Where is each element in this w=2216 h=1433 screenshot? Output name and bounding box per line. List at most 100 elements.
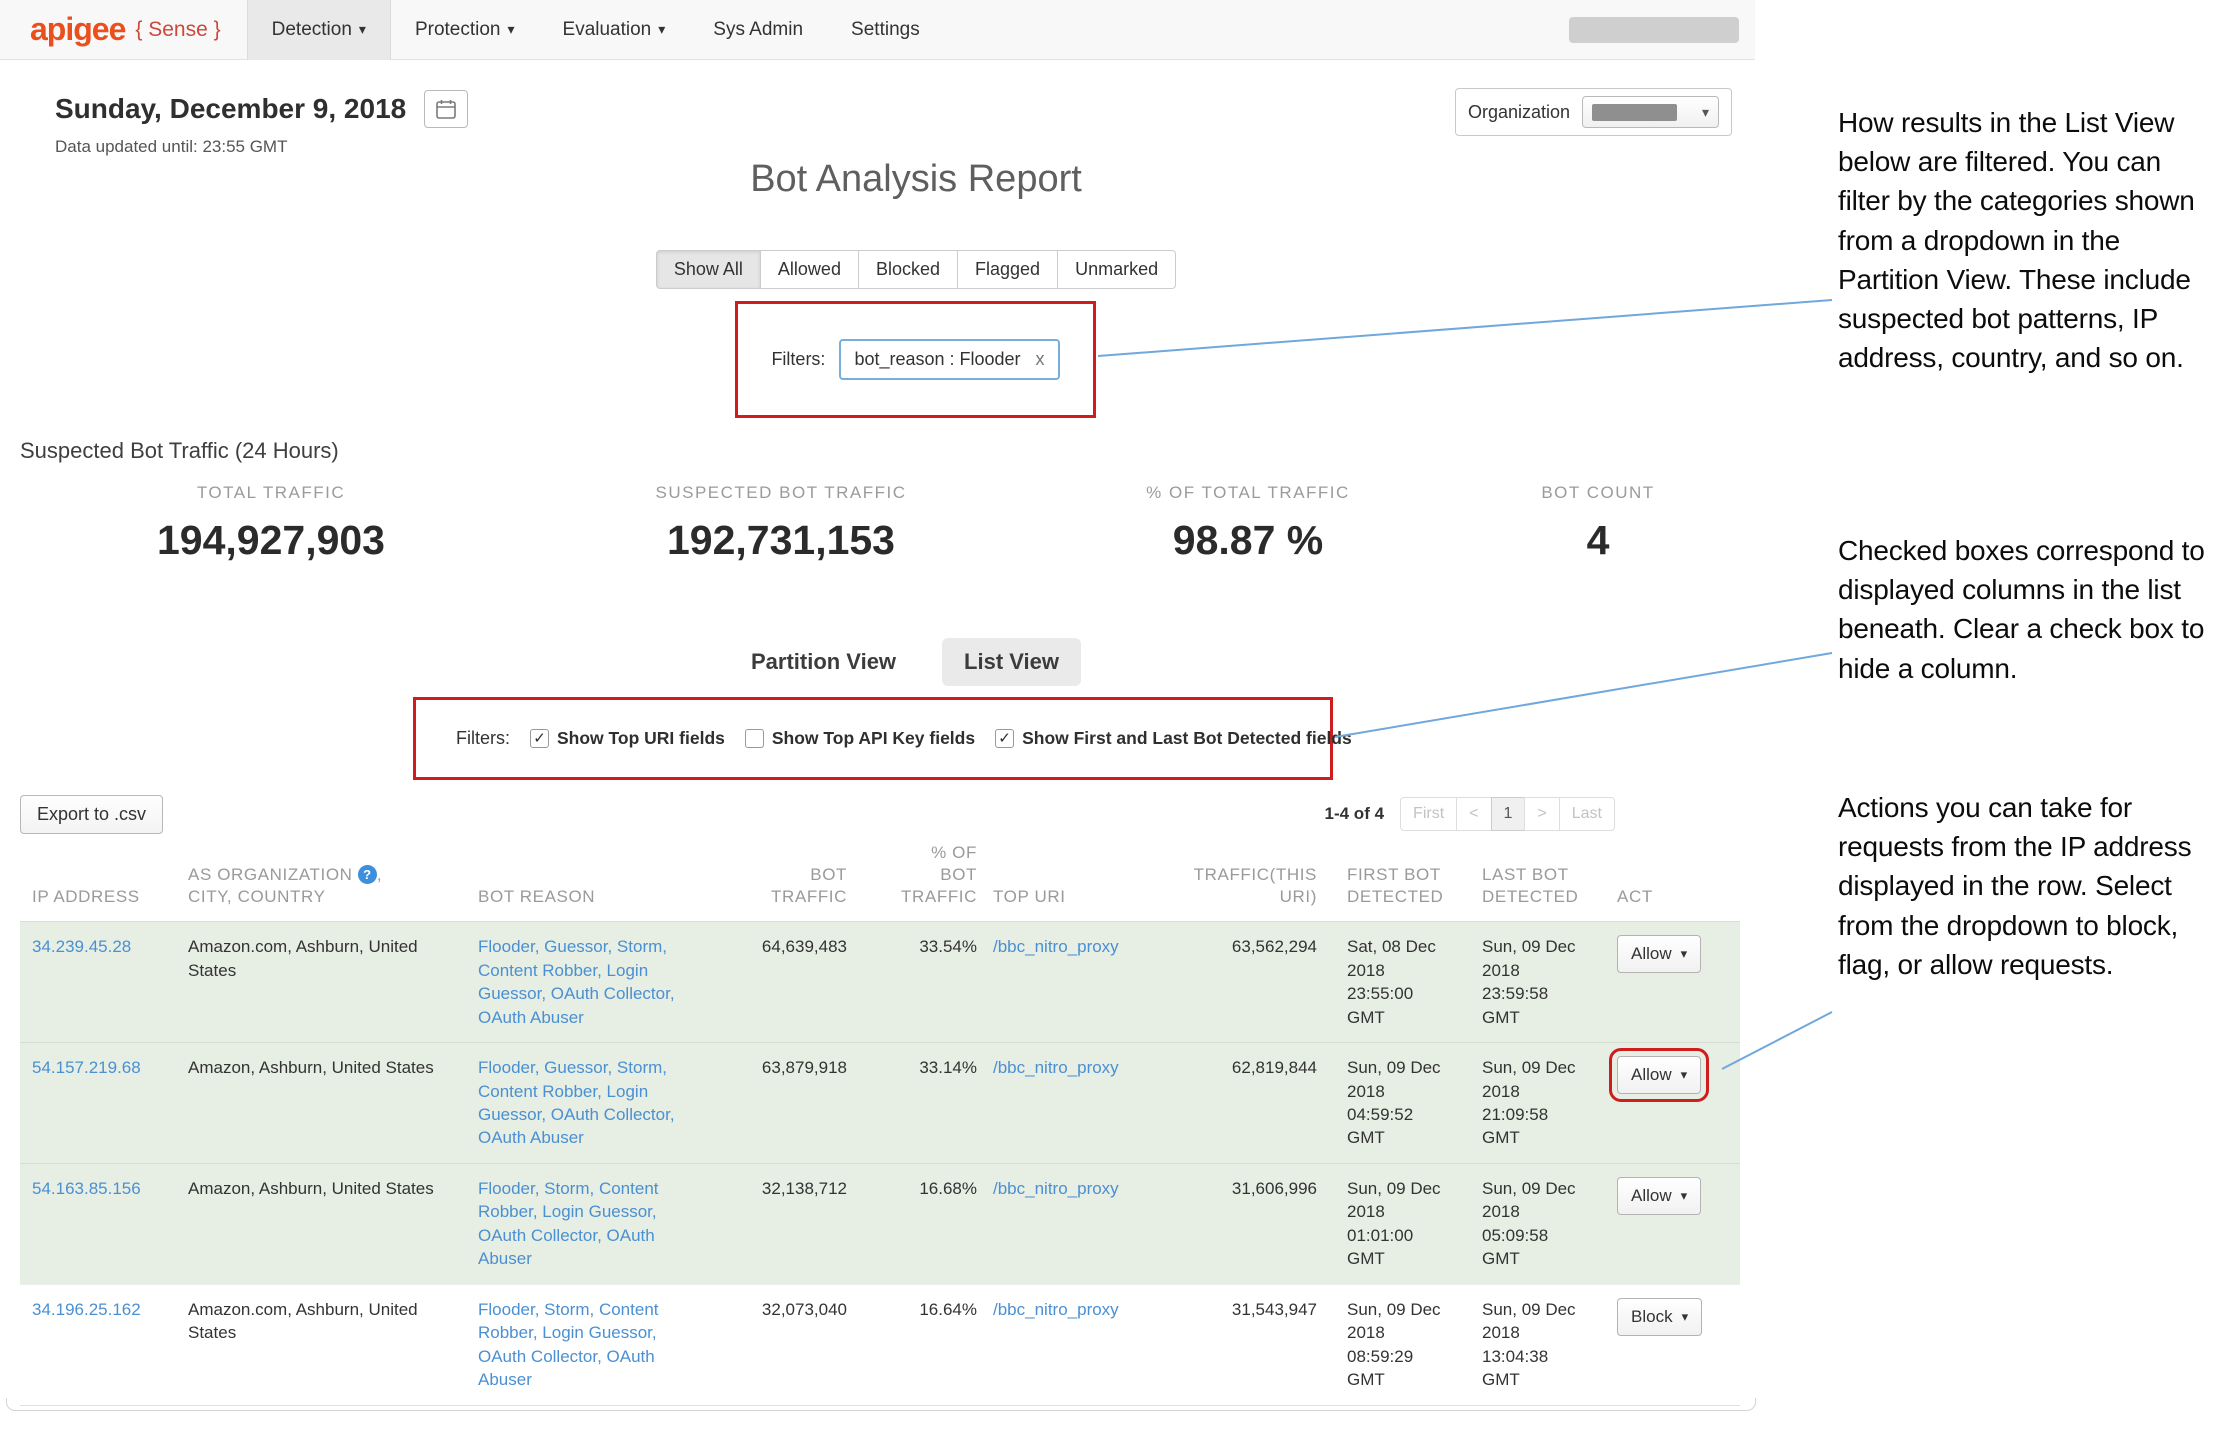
ip-address-link[interactable]: 34.239.45.28 xyxy=(32,937,131,956)
filter-tag-text: bot_reason : Flooder xyxy=(854,349,1020,370)
question-circle-icon[interactable]: ? xyxy=(358,865,377,884)
bot-reason-link[interactable]: Content Robber xyxy=(478,961,597,980)
stat-bot-count: BOT COUNT4 xyxy=(1498,483,1698,564)
nav-item-label: Sys Admin xyxy=(713,19,803,41)
bot-reason-links: Flooder, Storm, Content Robber, Login Gu… xyxy=(478,1179,659,1268)
tab-unmarked[interactable]: Unmarked xyxy=(1057,250,1176,289)
nav-item-sys-admin[interactable]: Sys Admin xyxy=(689,0,827,60)
top-uri-link[interactable]: /bbc_nitro_proxy xyxy=(993,937,1119,956)
bot-reason-link[interactable]: Storm xyxy=(617,937,662,956)
bot-reason-link[interactable]: Storm xyxy=(617,1058,662,1077)
bot-reason-link[interactable]: OAuth Abuser xyxy=(478,1008,584,1027)
bot-reason-link[interactable]: Storm xyxy=(544,1300,589,1319)
nav-item-detection[interactable]: Detection▾ xyxy=(247,0,391,60)
bot-reason-link[interactable]: OAuth Abuser xyxy=(478,1128,584,1147)
top-uri-link[interactable]: /bbc_nitro_proxy xyxy=(993,1179,1119,1198)
bot-reason-link[interactable]: Storm xyxy=(544,1179,589,1198)
calendar-button[interactable] xyxy=(424,90,468,128)
action-dropdown[interactable]: Allow▾ xyxy=(1617,1056,1701,1094)
bot-reason-link[interactable]: Flooder xyxy=(478,1300,535,1319)
bot-reason-link[interactable]: Flooder xyxy=(478,1179,535,1198)
bot-reason-link[interactable]: Flooder xyxy=(478,937,535,956)
action-dropdown[interactable]: Allow▾ xyxy=(1617,935,1701,973)
ip-address-link[interactable]: 54.163.85.156 xyxy=(32,1179,141,1198)
page-button-prev[interactable]: < xyxy=(1456,797,1491,831)
organization-box: Organization ▾ xyxy=(1455,88,1732,136)
page-button-page-1[interactable]: 1 xyxy=(1491,797,1526,831)
action-dropdown[interactable]: Allow▾ xyxy=(1617,1177,1701,1215)
stat-of-total-traffic: % OF TOTAL TRAFFIC98.87 % xyxy=(1098,483,1398,564)
bot-reason-link[interactable]: Login Guessor xyxy=(542,1323,652,1342)
checkbox-show-first-and-last-bot-detected-fields[interactable]: ✓Show First and Last Bot Detected fields xyxy=(995,728,1352,749)
chevron-down-icon: ▾ xyxy=(1681,1188,1688,1204)
filter-tag[interactable]: bot_reason : Flooder x xyxy=(839,339,1059,380)
tab-allowed[interactable]: Allowed xyxy=(760,250,859,289)
close-icon[interactable]: x xyxy=(1036,349,1045,370)
annotation-note: Checked boxes correspond to displayed co… xyxy=(1838,531,2212,688)
status-filter-tabs: Show AllAllowedBlockedFlaggedUnmarked xyxy=(77,250,1755,289)
export-csv-button[interactable]: Export to .csv xyxy=(20,795,163,834)
cell-last-bot-detected: Sun, 09 Dec 2018 13:04:38 GMT xyxy=(1460,1284,1595,1405)
bot-reason-link[interactable]: Guessor xyxy=(544,1058,607,1077)
action-dropdown[interactable]: Block▾ xyxy=(1617,1298,1702,1336)
top-uri-link[interactable]: /bbc_nitro_proxy xyxy=(993,1058,1119,1077)
tab-show-all[interactable]: Show All xyxy=(656,250,761,289)
stat-label: SUSPECTED BOT TRAFFIC xyxy=(581,483,981,503)
action-label: Allow xyxy=(1631,944,1672,964)
nav-item-evaluation[interactable]: Evaluation ▾ xyxy=(539,0,690,60)
table-row: 54.157.219.68 Amazon, Ashburn, United Sta… xyxy=(20,1043,1740,1164)
page-button-last[interactable]: Last xyxy=(1559,797,1615,831)
bot-reason-link[interactable]: Guessor xyxy=(544,937,607,956)
nav-item-label: Evaluation xyxy=(563,19,652,41)
redacted-account-info xyxy=(1569,17,1739,43)
pagination-buttons: First<1>Last xyxy=(1400,797,1615,831)
connector-line xyxy=(1098,300,1832,356)
checkbox-show-top-uri-fields[interactable]: ✓Show Top URI fields xyxy=(530,728,725,749)
annotation-note: How results in the List View below are f… xyxy=(1838,103,2212,377)
bot-reason-link[interactable]: OAuth Collector xyxy=(478,1347,597,1366)
checkbox-show-top-api-key-fields[interactable]: Show Top API Key fields xyxy=(745,728,975,749)
cell-as-organization: Amazon, Ashburn, United States xyxy=(180,1043,470,1164)
tab-list-view[interactable]: List View xyxy=(942,638,1081,686)
bot-reason-link[interactable]: Flooder xyxy=(478,1058,535,1077)
bot-reason-link[interactable]: OAuth Collector xyxy=(551,984,670,1003)
page-button-next[interactable]: > xyxy=(1524,797,1559,831)
cell-bot-traffic: 64,639,483 xyxy=(685,922,855,1043)
apigee-logo: apigee xyxy=(30,11,125,48)
stats-row: TOTAL TRAFFIC194,927,903SUSPECTED BOT TR… xyxy=(0,483,1755,613)
bot-reason-link[interactable]: OAuth Collector xyxy=(478,1226,597,1245)
page-button-first[interactable]: First xyxy=(1400,797,1457,831)
table-header-row: IP ADDRESSAS ORGANIZATION ?, CITY, COUNT… xyxy=(20,842,1740,922)
cell-bot-reason: Flooder, Guessor, Storm, Content Robber,… xyxy=(470,922,685,1043)
cell-traffic-this-uri: 62,819,844 xyxy=(1150,1043,1325,1164)
checkbox-unchecked-icon[interactable] xyxy=(745,729,764,748)
checkbox-checked-icon[interactable]: ✓ xyxy=(995,729,1014,748)
annotation-notes: How results in the List View below are f… xyxy=(1838,0,2212,1433)
top-uri-link[interactable]: /bbc_nitro_proxy xyxy=(993,1300,1119,1319)
organization-select[interactable]: ▾ xyxy=(1582,96,1719,128)
cell-first-bot-detected: Sat, 08 Dec 2018 23:55:00 GMT xyxy=(1325,922,1460,1043)
ip-address-link[interactable]: 34.196.25.162 xyxy=(32,1300,141,1319)
nav-item-settings[interactable]: Settings xyxy=(827,0,944,60)
ip-address-link[interactable]: 54.157.219.68 xyxy=(32,1058,141,1077)
checkbox-checked-icon[interactable]: ✓ xyxy=(530,729,549,748)
annotation-highlight-column-filters: Filters: ✓Show Top URI fieldsShow Top AP… xyxy=(413,697,1333,780)
cell-action: Allow▾ xyxy=(1595,1043,1740,1164)
table-row: 34.239.45.28Amazon.com, Ashburn, United … xyxy=(20,922,1740,1043)
bot-reason-link[interactable]: Login Guessor xyxy=(542,1202,652,1221)
tab-partition-view[interactable]: Partition View xyxy=(751,649,896,675)
bot-reason-link[interactable]: Content Robber xyxy=(478,1082,597,1101)
cell-last-bot-detected: Sun, 09 Dec 2018 05:09:58 GMT xyxy=(1460,1163,1595,1284)
tab-blocked[interactable]: Blocked xyxy=(858,250,958,289)
cell-ip-address: 54.163.85.156 xyxy=(20,1163,180,1284)
cell-bot-traffic: 32,138,712 xyxy=(685,1163,855,1284)
nav-item-protection[interactable]: Protection▾ xyxy=(391,0,539,60)
bot-reason-link[interactable]: OAuth Collector xyxy=(551,1105,670,1124)
tab-flagged[interactable]: Flagged xyxy=(957,250,1058,289)
chevron-down-icon: ▾ xyxy=(507,21,514,38)
cell-bot-traffic: 63,879,918 xyxy=(685,1043,855,1164)
cell-traffic-this-uri: 63,562,294 xyxy=(1150,922,1325,1043)
cell-bot-traffic: 32,073,040 xyxy=(685,1284,855,1405)
annotation-note: Actions you can take for requests from t… xyxy=(1838,788,2212,984)
chevron-down-icon: ▾ xyxy=(658,21,665,38)
